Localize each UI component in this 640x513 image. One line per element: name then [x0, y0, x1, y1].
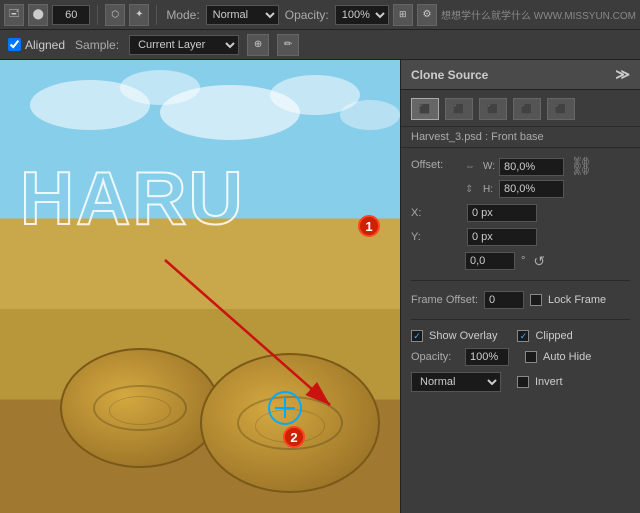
x-row: X:: [411, 204, 630, 222]
y-row: Y:: [411, 228, 630, 246]
badge-2: 2: [283, 426, 305, 448]
top-toolbar: 🖃 ⬤ 60 ⬡ ✦ Mode: Normal Opacity: 100% ⊞ …: [0, 0, 640, 30]
rotation-input[interactable]: [465, 252, 515, 270]
frame-offset-label: Frame Offset:: [411, 294, 478, 306]
sample-select[interactable]: Current Layer: [129, 35, 239, 55]
x-label: X:: [411, 207, 461, 219]
clone-source-panel: Clone Source ≫ ⬛ ⬛ ⬛ ⬛ ⬛ Harvest_3.psd :…: [400, 60, 640, 513]
sample-label: Sample:: [75, 38, 119, 52]
source-icons-row: ⬛ ⬛ ⬛ ⬛ ⬛: [401, 90, 640, 127]
airbrush-icon[interactable]: ✦: [129, 4, 149, 26]
separator-2: [411, 319, 630, 320]
panel-header: Clone Source ≫: [401, 60, 640, 90]
panel-menu-icon[interactable]: ≫: [615, 66, 630, 83]
source-icon-1[interactable]: ⬛: [411, 98, 439, 120]
separator: [411, 280, 630, 281]
watermark-text: 想想学什么就学什么 WWW.MISSYUN.COM: [441, 7, 636, 22]
show-overlay-label: Show Overlay: [429, 330, 497, 342]
settings-icon[interactable]: ⚙: [417, 4, 437, 26]
frame-offset-input[interactable]: [484, 291, 524, 309]
invert-label: Invert: [535, 376, 563, 388]
link-wh-icon[interactable]: ⛓: [570, 156, 593, 177]
lock-frame-checkbox[interactable]: [530, 294, 542, 306]
show-overlay-row: Show Overlay: [411, 330, 497, 342]
second-toolbar: Aligned Sample: Current Layer ⊕ ✏: [0, 30, 640, 60]
clipped-label: Clipped: [535, 330, 572, 342]
aligned-checkbox[interactable]: [8, 38, 21, 51]
w-icon: ⇔: [465, 161, 479, 172]
auto-hide-row: Auto Hide: [525, 351, 591, 363]
brush-size-input[interactable]: 60: [52, 5, 90, 25]
brush-size-icon[interactable]: ⬤: [28, 4, 48, 26]
aligned-checkbox-label[interactable]: Aligned: [8, 38, 65, 52]
auto-hide-label: Auto Hide: [543, 351, 591, 363]
brush-toggle-icon[interactable]: ✏: [277, 34, 299, 56]
source-icon-4[interactable]: ⬛: [513, 98, 541, 120]
panel-filename: Harvest_3.psd : Front base: [401, 127, 640, 148]
lock-frame-label: Lock Frame: [548, 294, 606, 306]
y-input[interactable]: [467, 228, 537, 246]
mode-label: Mode:: [166, 8, 199, 22]
normal-invert-row: Normal Invert: [411, 372, 630, 392]
canvas-area[interactable]: HARU 1 2: [0, 60, 400, 513]
reset-rotation-icon[interactable]: ↺: [533, 253, 545, 270]
opacity-label: Opacity:: [285, 8, 329, 22]
clipped-checkbox[interactable]: [517, 330, 529, 342]
offset-label: Offset:: [411, 156, 461, 171]
separator-2: [156, 5, 157, 25]
rotation-row: ° ↺: [465, 252, 630, 270]
opacity-select[interactable]: 100%: [335, 5, 389, 25]
source-icon-5[interactable]: ⬛: [547, 98, 575, 120]
h-label: H:: [483, 184, 495, 195]
invert-row: Invert: [517, 376, 563, 388]
normal-mode-select[interactable]: Normal: [411, 372, 501, 392]
source-icon-2[interactable]: ⬛: [445, 98, 473, 120]
rotation-unit: °: [521, 255, 525, 267]
auto-hide-checkbox[interactable]: [525, 351, 537, 363]
separator-1: [97, 5, 98, 25]
invert-checkbox[interactable]: [517, 376, 529, 388]
w-input[interactable]: [499, 158, 564, 176]
cloud-5: [340, 100, 400, 130]
brush-preset-icon[interactable]: ⬡: [105, 4, 125, 26]
align-icon[interactable]: ⊞: [393, 4, 413, 26]
mode-select[interactable]: Normal: [206, 5, 279, 25]
hay-bale-left: [60, 348, 220, 468]
w-row: ⇔ W: ⛓: [465, 156, 593, 177]
stamp-tool-icon[interactable]: 🖃: [4, 4, 24, 26]
overlay-clipped-row: Show Overlay Clipped: [411, 330, 630, 342]
h-row: ⇕ H:: [465, 180, 593, 198]
x-input[interactable]: [467, 204, 537, 222]
main-area: HARU 1 2 Clone Source ≫ ⬛ ⬛: [0, 60, 640, 513]
w-label: W:: [483, 161, 495, 172]
badge-1: 1: [358, 215, 380, 237]
aligned-label: Aligned: [25, 38, 65, 52]
panel-title: Clone Source: [411, 68, 488, 82]
opacity-input[interactable]: [465, 348, 509, 366]
clipped-row: Clipped: [517, 330, 572, 342]
h-input[interactable]: [499, 180, 564, 198]
clone-source-icon[interactable]: ⊕: [247, 34, 269, 56]
opacity-label: Opacity:: [411, 351, 461, 363]
opacity-autohide-row: Opacity: Auto Hide: [411, 348, 630, 366]
h-icon: ⇕: [465, 184, 479, 195]
crosshair-circle: [268, 391, 302, 425]
show-overlay-checkbox[interactable]: [411, 330, 423, 342]
panel-body: Offset: ⇔ W: ⛓ ⇕ H: X:: [401, 148, 640, 400]
canvas-text-overlay: HARU: [20, 155, 245, 241]
panel-header-icons: ≫: [615, 66, 630, 83]
frame-offset-row: Frame Offset: Lock Frame: [411, 291, 630, 309]
y-label: Y:: [411, 231, 461, 243]
source-icon-3[interactable]: ⬛: [479, 98, 507, 120]
opacity-row: Opacity:: [411, 348, 509, 366]
